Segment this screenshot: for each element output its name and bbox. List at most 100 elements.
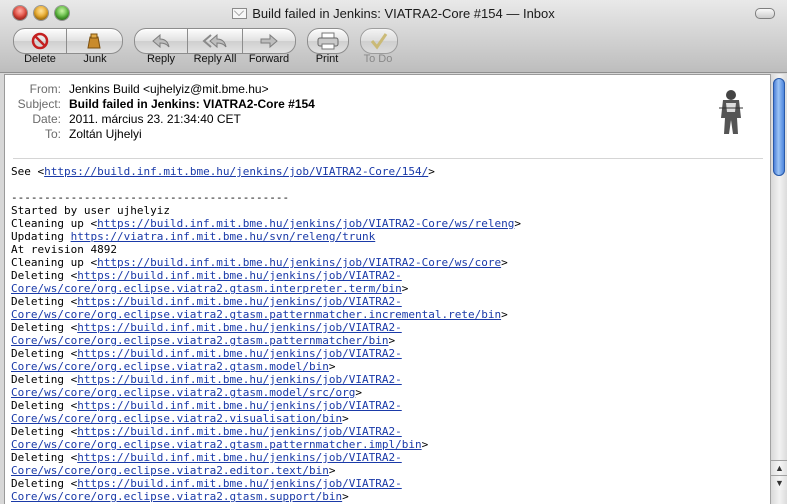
body-link[interactable]: https://build.inf.mit.bme.hu/jenkins/job… — [44, 165, 428, 178]
body-link[interactable]: Core/ws/core/org.eclipse.viatra2.gtasm.p… — [11, 438, 422, 451]
reply-label: Reply — [146, 53, 176, 65]
date-value: 2011. március 23. 21:34:40 CET — [69, 112, 241, 126]
body-link[interactable]: Core/ws/core/org.eclipse.viatra2.gtasm.m… — [11, 386, 355, 399]
message-body: See <https://build.inf.mit.bme.hu/jenkin… — [11, 165, 766, 503]
todo-label: To Do — [363, 53, 393, 65]
body-link[interactable]: Core/ws/core/org.eclipse.viatra2.visuali… — [11, 412, 342, 425]
junk-bag-icon — [87, 33, 101, 49]
forward-arrow-icon — [260, 33, 278, 49]
body-link[interactable]: https://build.inf.mit.bme.hu/jenkins/job… — [77, 451, 402, 464]
body-text: Deleting < — [11, 269, 78, 282]
body-link[interactable]: Core/ws/core/org.eclipse.viatra2.gtasm.p… — [11, 308, 501, 321]
body-line: Deleting <https://build.inf.mit.bme.hu/j… — [11, 451, 766, 464]
body-text: > — [514, 217, 521, 230]
forward-button[interactable] — [242, 28, 296, 54]
print-button[interactable] — [307, 28, 349, 54]
body-line: Core/ws/core/org.eclipse.viatra2.gtasm.p… — [11, 308, 766, 321]
body-text: Deleting < — [11, 425, 78, 438]
reply-arrow-icon — [152, 33, 170, 49]
body-link[interactable]: https://build.inf.mit.bme.hu/jenkins/job… — [77, 347, 402, 360]
printer-icon — [317, 32, 339, 50]
scroll-up-arrow-icon[interactable]: ▲ — [771, 460, 787, 475]
body-line: Deleting <https://build.inf.mit.bme.hu/j… — [11, 477, 766, 490]
body-line: See <https://build.inf.mit.bme.hu/jenkin… — [11, 165, 766, 178]
header-divider — [13, 158, 763, 159]
forward-label: Forward — [248, 53, 290, 65]
body-link[interactable]: Core/ws/core/org.eclipse.viatra2.editor.… — [11, 464, 329, 477]
body-link[interactable]: https://build.inf.mit.bme.hu/jenkins/job… — [77, 295, 402, 308]
body-line: Deleting <https://build.inf.mit.bme.hu/j… — [11, 269, 766, 282]
body-link[interactable]: https://build.inf.mit.bme.hu/jenkins/job… — [77, 425, 402, 438]
body-link[interactable]: https://build.inf.mit.bme.hu/jenkins/job… — [77, 269, 402, 282]
body-link[interactable]: https://build.inf.mit.bme.hu/jenkins/job… — [77, 477, 402, 490]
body-text: > — [501, 256, 508, 269]
from-value[interactable]: Jenkins Build <ujhelyiz@mit.bme.hu> — [69, 82, 269, 96]
body-text: > — [428, 165, 435, 178]
body-text: ----------------------------------------… — [11, 191, 290, 204]
body-line: Deleting <https://build.inf.mit.bme.hu/j… — [11, 399, 766, 412]
junk-button[interactable] — [66, 28, 123, 54]
body-link[interactable]: https://build.inf.mit.bme.hu/jenkins/job… — [97, 217, 514, 230]
window-title-text: Build failed in Jenkins: VIATRA2-Core #1… — [252, 6, 555, 21]
delete-button[interactable] — [13, 28, 67, 54]
body-link[interactable]: Core/ws/core/org.eclipse.viatra2.gtasm.s… — [11, 490, 342, 503]
body-text: Cleaning up < — [11, 256, 98, 269]
body-text: Deleting < — [11, 321, 78, 334]
body-text: Deleting < — [11, 477, 78, 490]
body-text: > — [401, 282, 409, 295]
vertical-scrollbar[interactable]: ▲ ▼ — [770, 74, 787, 504]
body-line: Deleting <https://build.inf.mit.bme.hu/j… — [11, 425, 766, 438]
body-line: Cleaning up <https://build.inf.mit.bme.h… — [11, 256, 766, 269]
body-link[interactable]: Core/ws/core/org.eclipse.viatra2.gtasm.m… — [11, 360, 329, 373]
checkmark-icon — [370, 33, 388, 50]
scroll-down-arrow-icon[interactable]: ▼ — [771, 475, 787, 490]
print-label: Print — [315, 53, 339, 65]
body-text: > — [388, 334, 396, 347]
reply-all-label: Reply All — [193, 53, 237, 65]
mail-window: Build failed in Jenkins: VIATRA2-Core #1… — [0, 0, 787, 504]
body-line: Core/ws/core/org.eclipse.viatra2.gtasm.i… — [11, 282, 766, 295]
delete-label: Delete — [24, 53, 56, 65]
reply-all-arrow-icon — [202, 33, 227, 49]
body-link[interactable]: https://build.inf.mit.bme.hu/jenkins/job… — [77, 399, 402, 412]
toolbar-toggle-button[interactable] — [755, 8, 775, 19]
body-text: > — [328, 360, 336, 373]
body-text: Started by user ujhelyiz — [11, 204, 170, 217]
body-link[interactable]: Core/ws/core/org.eclipse.viatra2.gtasm.i… — [11, 282, 402, 295]
body-text: Deleting < — [11, 451, 78, 464]
from-label: From: — [29, 82, 61, 96]
body-line: Core/ws/core/org.eclipse.viatra2.gtasm.p… — [11, 438, 766, 451]
body-link[interactable]: https://build.inf.mit.bme.hu/jenkins/job… — [77, 321, 402, 334]
body-line: Updating https://viatra.inf.mit.bme.hu/s… — [11, 230, 766, 243]
body-text: Deleting < — [11, 373, 78, 386]
body-line: Deleting <https://build.inf.mit.bme.hu/j… — [11, 295, 766, 308]
delete-icon — [31, 32, 49, 50]
body-line: Started by user ujhelyiz — [11, 204, 766, 217]
body-link[interactable]: https://build.inf.mit.bme.hu/jenkins/job… — [77, 373, 402, 386]
body-text: Updating — [11, 230, 71, 243]
window-title: Build failed in Jenkins: VIATRA2-Core #1… — [0, 6, 787, 21]
body-text: Deleting < — [11, 399, 78, 412]
body-line: Deleting <https://build.inf.mit.bme.hu/j… — [11, 321, 766, 334]
body-link[interactable]: https://build.inf.mit.bme.hu/jenkins/job… — [97, 256, 501, 269]
body-text: > — [501, 308, 508, 321]
body-line: Deleting <https://build.inf.mit.bme.hu/j… — [11, 347, 766, 360]
sender-avatar — [717, 88, 745, 138]
body-line — [11, 178, 766, 191]
body-line: Deleting <https://build.inf.mit.bme.hu/j… — [11, 373, 766, 386]
reply-button[interactable] — [134, 28, 188, 54]
todo-button[interactable] — [360, 28, 398, 54]
to-label: To: — [44, 127, 61, 141]
body-text: > — [421, 438, 429, 451]
body-line: Core/ws/core/org.eclipse.viatra2.gtasm.p… — [11, 334, 766, 347]
body-line: Core/ws/core/org.eclipse.viatra2.editor.… — [11, 464, 766, 477]
date-label: Date: — [32, 112, 61, 126]
body-line: Cleaning up <https://build.inf.mit.bme.h… — [11, 217, 766, 230]
body-line: Core/ws/core/org.eclipse.viatra2.gtasm.m… — [11, 360, 766, 373]
body-text: Deleting < — [11, 347, 78, 360]
body-link[interactable]: Core/ws/core/org.eclipse.viatra2.gtasm.p… — [11, 334, 389, 347]
to-value[interactable]: Zoltán Ujhelyi — [69, 127, 142, 141]
body-link[interactable]: https://viatra.inf.mit.bme.hu/svn/releng… — [71, 230, 376, 243]
scroll-thumb[interactable] — [773, 78, 785, 176]
reply-all-button[interactable] — [187, 28, 243, 54]
